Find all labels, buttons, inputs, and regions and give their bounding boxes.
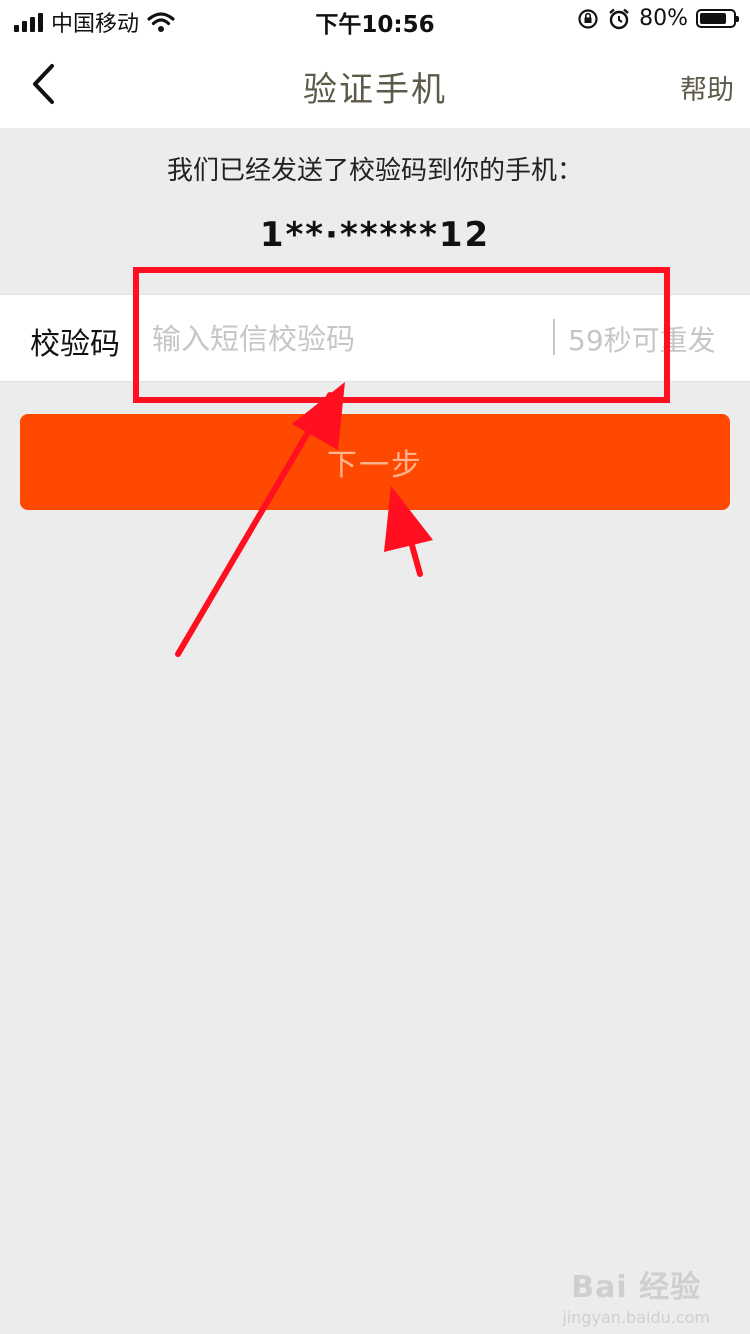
verification-code-input[interactable]	[150, 313, 544, 365]
resend-countdown[interactable]: 59秒可重发	[568, 319, 716, 359]
navigation-bar: 验证手机 帮助	[0, 40, 750, 128]
status-right: 80%	[577, 6, 739, 31]
status-bar: 中国移动 下午10:56 80%	[0, 0, 750, 40]
input-divider	[553, 319, 555, 355]
arrow-to-button-shaft	[397, 499, 423, 577]
battery-percent: 80%	[639, 6, 688, 31]
baidu-jingyan-watermark: Bai 经验 jingyan.baidu.com	[562, 1262, 710, 1327]
watermark-brand: Bai 经验	[571, 1270, 702, 1305]
sent-code-hint: 我们已经发送了校验码到你的手机：	[166, 156, 583, 186]
alarm-clock-icon	[609, 8, 629, 29]
verification-code-row: 校验码 59秒可重发	[0, 294, 750, 382]
watermark-url: jingyan.baidu.com	[562, 1308, 710, 1327]
help-link[interactable]: 帮助	[680, 68, 734, 107]
masked-phone-number: 1**·*****12	[259, 215, 491, 255]
battery-icon	[696, 9, 739, 28]
code-label: 校验码	[30, 327, 120, 362]
tutorial-annotation-overlay	[133, 267, 670, 657]
page-title: 验证手机	[303, 70, 447, 110]
orientation-lock-icon	[578, 8, 598, 29]
next-step-button[interactable]: 下一步	[20, 414, 730, 510]
battery-fill	[700, 13, 726, 24]
